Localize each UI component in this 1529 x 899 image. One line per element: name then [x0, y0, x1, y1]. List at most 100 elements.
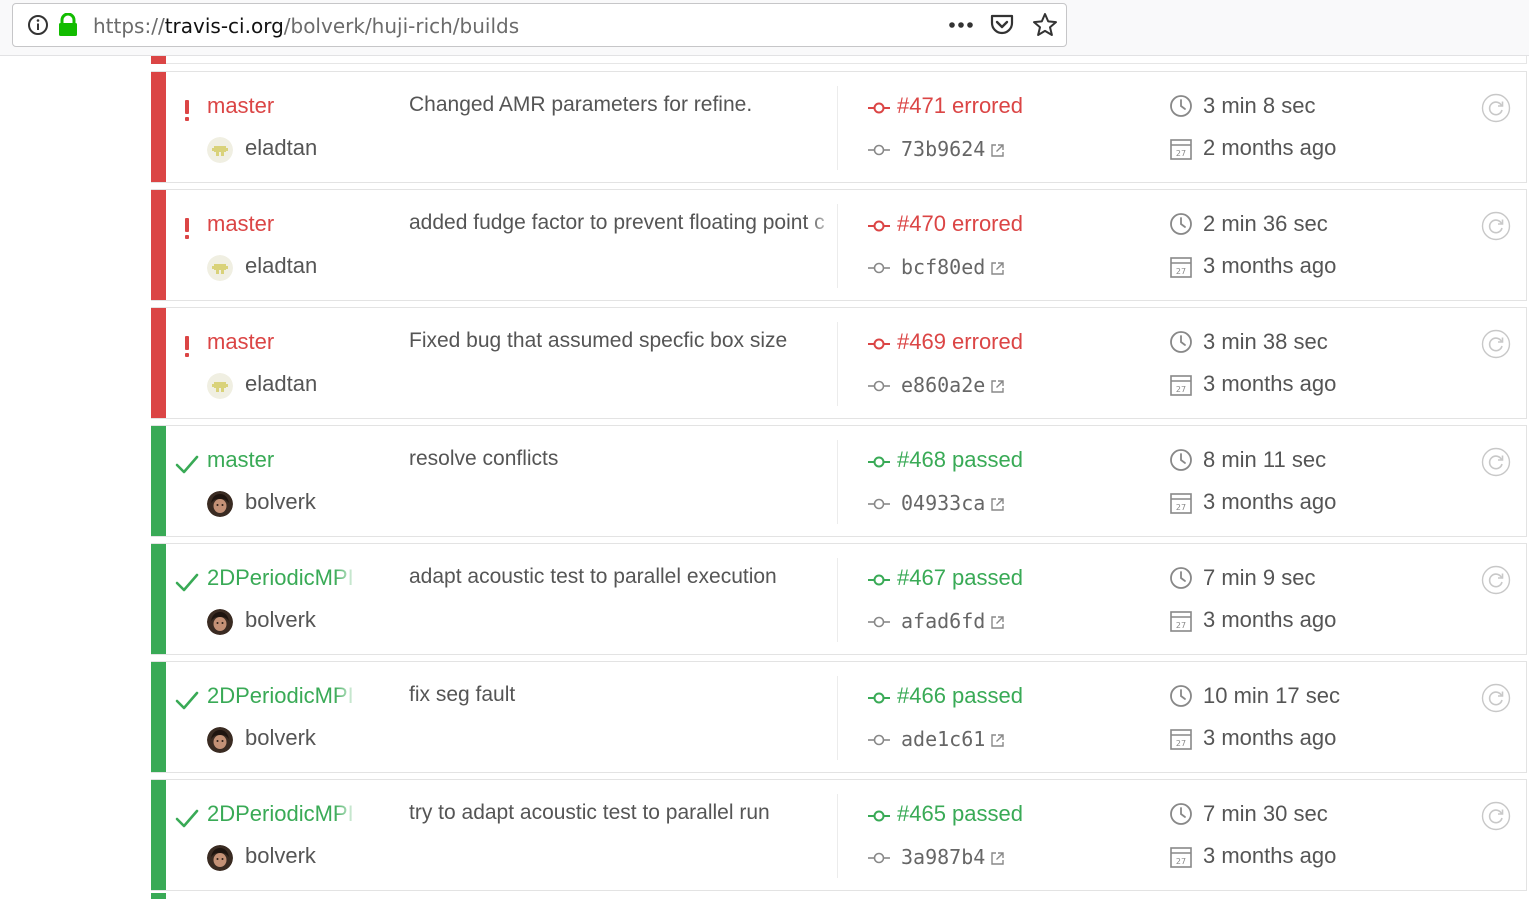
calendar-icon: 27: [1170, 139, 1192, 160]
branch-name[interactable]: master: [207, 211, 357, 237]
url-path: /bolverk/huji-rich/builds: [283, 14, 520, 38]
build-state-stripe: [151, 662, 166, 772]
pocket-icon[interactable]: [989, 13, 1015, 37]
restart-build-button[interactable]: [1481, 211, 1511, 241]
commit-sha-link[interactable]: 04933ca: [901, 491, 985, 515]
svg-text:27: 27: [1176, 503, 1186, 512]
column-divider: [837, 204, 838, 288]
build-number-link[interactable]: #468 passed: [897, 447, 1023, 473]
branch-name[interactable]: 2DPeriodicMPI: [207, 565, 357, 591]
url-text[interactable]: https://travis-ci.org/bolverk/huji-rich/…: [93, 14, 519, 38]
author-photo-avatar: [207, 845, 233, 871]
restart-build-button[interactable]: [1481, 683, 1511, 713]
commit-icon: [868, 380, 890, 392]
previous-build-row-partial: [151, 56, 1527, 64]
restart-build-button[interactable]: [1481, 93, 1511, 123]
commit-sha-link[interactable]: 3a987b4: [901, 845, 985, 869]
commit-message[interactable]: try to adapt acoustic test to parallel r…: [409, 801, 835, 825]
commit-message[interactable]: fix seg fault: [409, 683, 835, 707]
author-name: bolverk: [245, 607, 316, 632]
build-state-stripe: [151, 308, 166, 418]
external-link-icon[interactable]: [990, 497, 1005, 512]
calendar-icon: 27: [1170, 493, 1192, 514]
build-state-stripe: [151, 426, 166, 536]
branch-name[interactable]: 2DPeriodicMPI: [207, 801, 357, 827]
build-row[interactable]: master eladtan Fixed bug that assumed sp…: [151, 307, 1527, 419]
svg-text:27: 27: [1176, 739, 1186, 748]
external-link-icon[interactable]: [990, 733, 1005, 748]
passed-checkmark-icon: [175, 573, 199, 592]
build-number-link[interactable]: #467 passed: [897, 565, 1023, 591]
clock-icon: [1170, 213, 1192, 235]
build-number-link[interactable]: #466 passed: [897, 683, 1023, 709]
build-number-link[interactable]: #470 errored: [897, 211, 1023, 237]
bookmark-star-icon[interactable]: [1032, 12, 1058, 38]
commit-message[interactable]: added fudge factor to prevent floating p…: [409, 211, 835, 235]
address-bar[interactable]: https://travis-ci.org/bolverk/huji-rich/…: [12, 3, 1067, 47]
build-row[interactable]: 2DPeriodicMPI bolverk fix seg fault #466…: [151, 661, 1527, 773]
commit-icon: [868, 144, 890, 156]
svg-text:27: 27: [1176, 857, 1186, 866]
branch-name[interactable]: master: [207, 93, 357, 119]
author-identicon-avatar: [207, 255, 233, 281]
restart-build-button[interactable]: [1481, 447, 1511, 477]
build-row[interactable]: 2DPeriodicMPI bolverk adapt acoustic tes…: [151, 543, 1527, 655]
commit-sha-link[interactable]: afad6fd: [901, 609, 985, 633]
commit-sha-link[interactable]: 73b9624: [901, 137, 985, 161]
external-link-icon[interactable]: [990, 143, 1005, 158]
finished-time: 3 months ago: [1203, 607, 1337, 632]
page-actions-icon[interactable]: [947, 14, 975, 36]
passed-checkmark-icon: [175, 809, 199, 828]
author-name: eladtan: [245, 371, 318, 396]
build-commit-icon: [868, 220, 890, 232]
finished-time: 3 months ago: [1203, 843, 1337, 868]
commit-message[interactable]: resolve conflicts: [409, 447, 835, 471]
restart-build-button[interactable]: [1481, 329, 1511, 359]
build-row[interactable]: 2DPeriodicMPI bolverk try to adapt acous…: [151, 779, 1527, 891]
commit-icon: [868, 852, 890, 864]
build-number-link[interactable]: #465 passed: [897, 801, 1023, 827]
author-name: eladtan: [245, 253, 318, 278]
error-exclamation-icon: [185, 100, 189, 121]
commit-message[interactable]: Changed AMR parameters for refine.: [409, 93, 835, 117]
external-link-icon[interactable]: [990, 261, 1005, 276]
author-name: bolverk: [245, 843, 316, 868]
branch-name[interactable]: master: [207, 447, 357, 473]
author-name: bolverk: [245, 725, 316, 750]
column-divider: [837, 322, 838, 406]
commit-sha-link[interactable]: bcf80ed: [901, 255, 985, 279]
external-link-icon[interactable]: [990, 615, 1005, 630]
calendar-icon: 27: [1170, 611, 1192, 632]
commit-message[interactable]: adapt acoustic test to parallel executio…: [409, 565, 835, 589]
author-identicon-avatar: [207, 373, 233, 399]
info-icon[interactable]: [27, 14, 49, 36]
build-number-link[interactable]: #469 errored: [897, 329, 1023, 355]
calendar-icon: 27: [1170, 257, 1192, 278]
restart-build-button[interactable]: [1481, 565, 1511, 595]
branch-name[interactable]: master: [207, 329, 357, 355]
build-row[interactable]: master bolverk resolve conflicts #468 pa…: [151, 425, 1527, 537]
clock-icon: [1170, 567, 1192, 589]
build-commit-icon: [868, 574, 890, 586]
build-row[interactable]: master eladtan added fudge factor to pre…: [151, 189, 1527, 301]
branch-name[interactable]: 2DPeriodicMPI: [207, 683, 357, 709]
build-commit-icon: [868, 456, 890, 468]
finished-time: 3 months ago: [1203, 489, 1337, 514]
external-link-icon[interactable]: [990, 851, 1005, 866]
commit-sha-link[interactable]: ade1c61: [901, 727, 985, 751]
lock-icon[interactable]: [57, 13, 79, 37]
build-duration: 10 min 17 sec: [1203, 683, 1340, 708]
build-row[interactable]: master eladtan Changed AMR parameters fo…: [151, 71, 1527, 183]
commit-message[interactable]: Fixed bug that assumed specfic box size: [409, 329, 835, 353]
external-link-icon[interactable]: [990, 379, 1005, 394]
commit-sha-link[interactable]: e860a2e: [901, 373, 985, 397]
build-state-stripe: [151, 190, 166, 300]
commit-icon: [868, 616, 890, 628]
build-commit-icon: [868, 102, 890, 114]
author-photo-avatar: [207, 491, 233, 517]
build-number-link[interactable]: #471 errored: [897, 93, 1023, 119]
svg-text:27: 27: [1176, 385, 1186, 394]
restart-build-button[interactable]: [1481, 801, 1511, 831]
build-state-stripe: [151, 72, 166, 182]
author-photo-avatar: [207, 609, 233, 635]
